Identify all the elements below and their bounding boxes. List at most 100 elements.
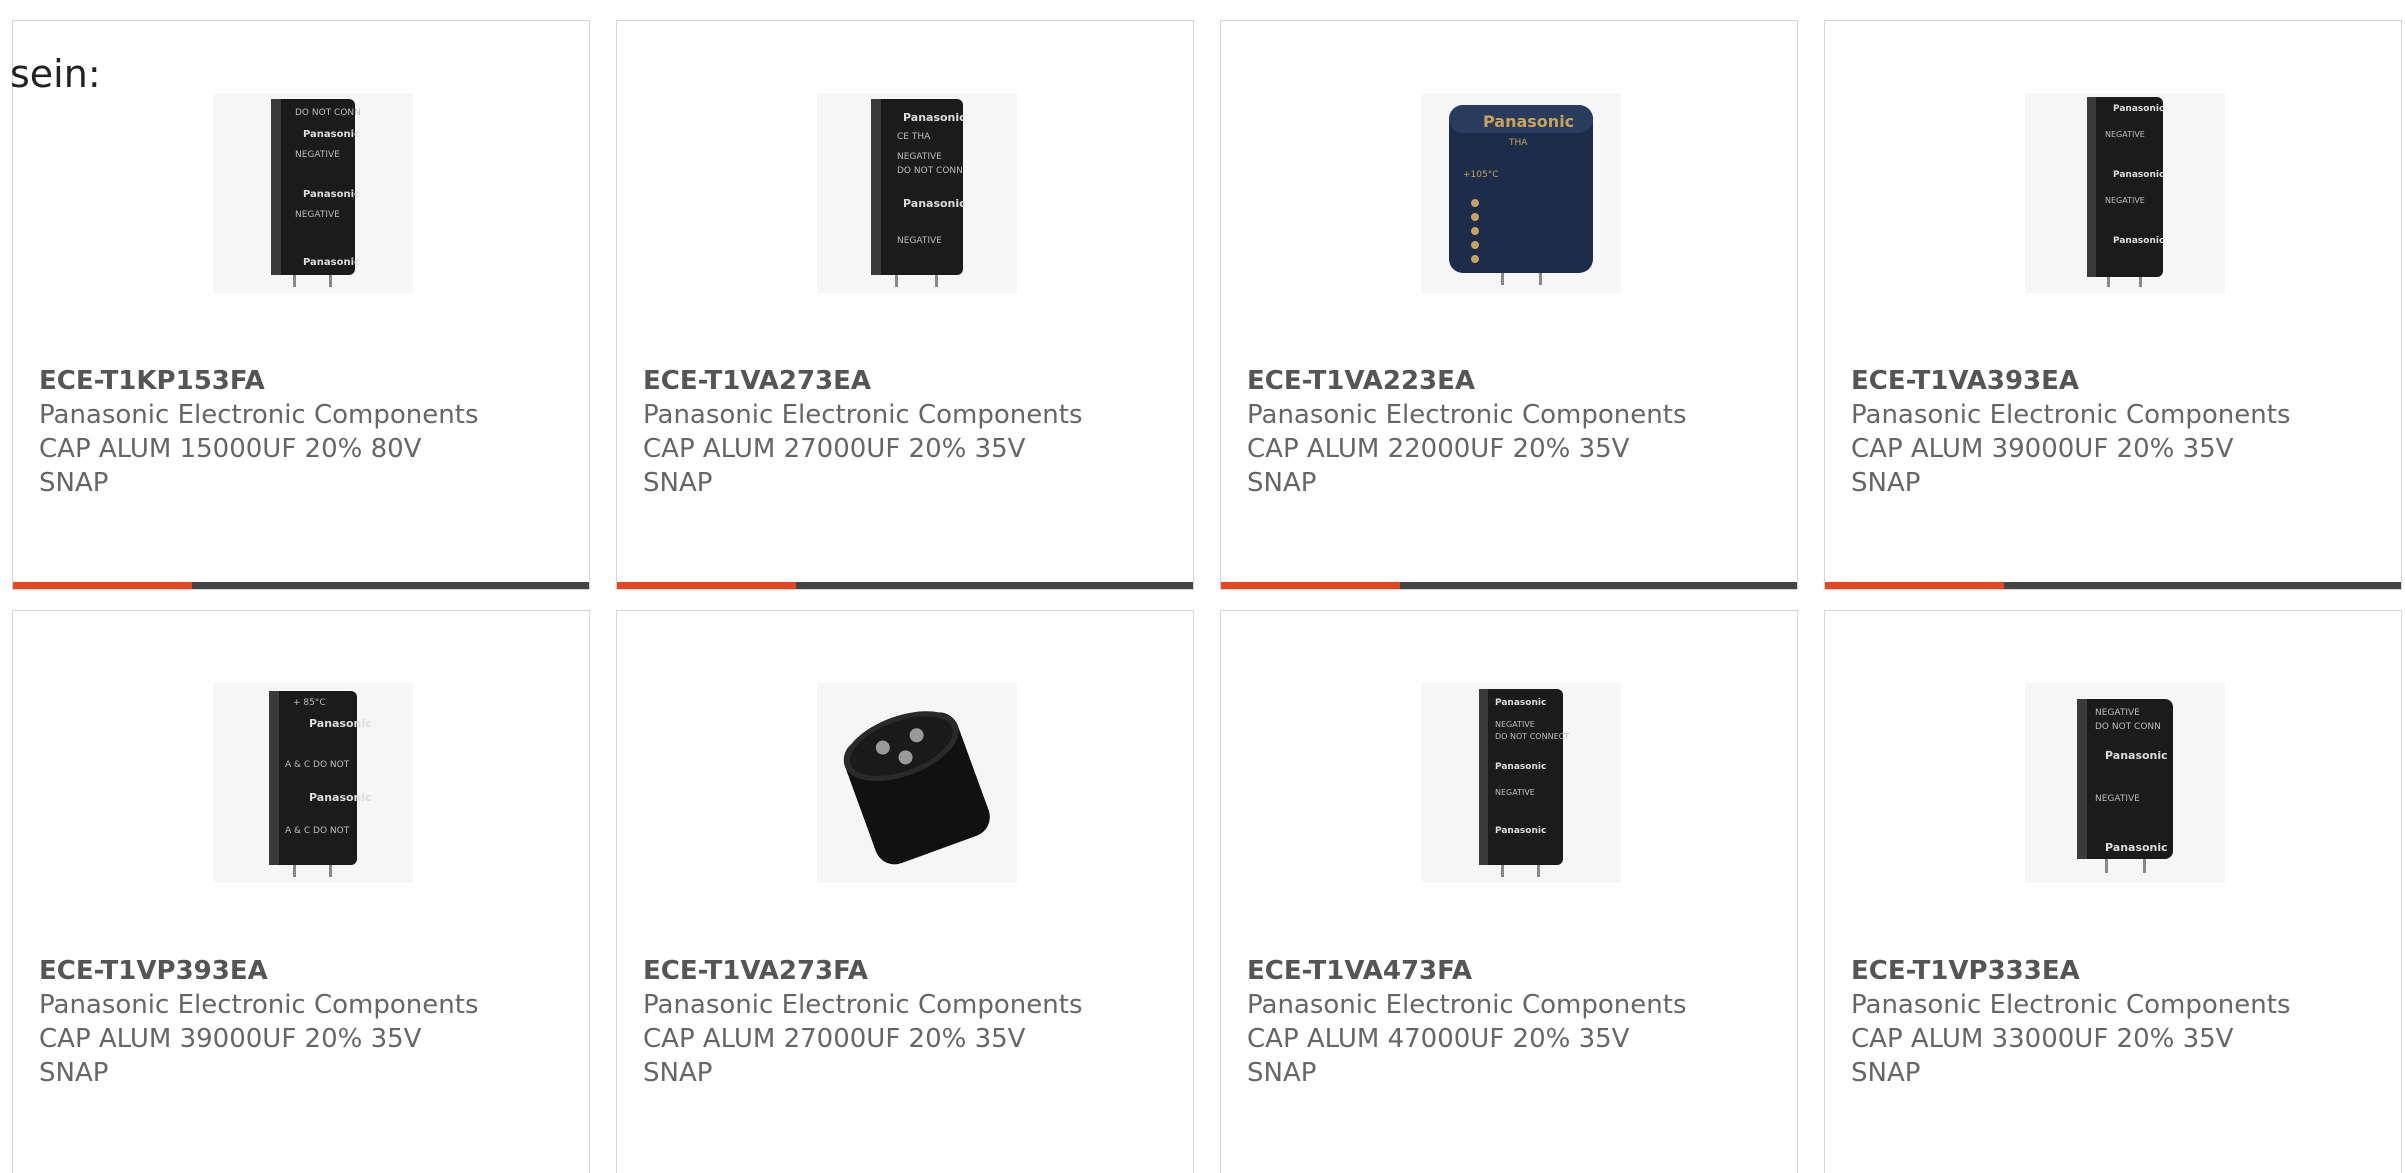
svg-text:CE THA: CE THA — [897, 132, 931, 142]
product-description-cont: SNAP — [39, 1058, 109, 1088]
capacitor-product-image[interactable]: Panasonic CE THA NEGATIVE DO NOT CONN Pa… — [817, 93, 1017, 293]
svg-text:Panasonic: Panasonic — [303, 189, 360, 200]
product-info: ECE-T1VA273FA Panasonic Electronic Compo… — [643, 954, 1173, 1090]
product-info: ECE-T1VA393EA Panasonic Electronic Compo… — [1851, 364, 2381, 500]
part-number-link[interactable]: ECE-T1VA273FA — [643, 954, 1173, 988]
svg-text:+105°C: +105°C — [1463, 170, 1499, 180]
svg-text:A & C DO NOT: A & C DO NOT — [285, 760, 350, 770]
product-card[interactable]: Panasonic NEGATIVE DO NOT CONNECT Panaso… — [1220, 610, 1798, 1173]
product-grid: DO NOT CONN Panasonic NEGATIVE Panasonic… — [12, 20, 2404, 1173]
manufacturer-name: Panasonic Electronic Components — [39, 400, 479, 430]
product-card[interactable]: + 85°C Panasonic A & C DO NOT Panasonic … — [12, 610, 590, 1173]
carousel-progress-fill — [13, 582, 192, 589]
product-description: CAP ALUM 33000UF 20% 35V — [1851, 1024, 2234, 1054]
svg-text:NEGATIVE: NEGATIVE — [2095, 708, 2140, 718]
product-description-cont: SNAP — [1851, 468, 1921, 498]
capacitor-product-image[interactable] — [817, 683, 1017, 883]
svg-text:A & C DO NOT: A & C DO NOT — [285, 826, 350, 836]
carousel-progress-bar — [13, 582, 589, 589]
manufacturer-name: Panasonic Electronic Components — [39, 990, 479, 1020]
svg-text:Panasonic: Panasonic — [1483, 112, 1574, 131]
product-description: CAP ALUM 39000UF 20% 35V — [1851, 434, 2234, 464]
manufacturer-name: Panasonic Electronic Components — [1247, 400, 1687, 430]
svg-text:NEGATIVE: NEGATIVE — [1495, 788, 1535, 797]
svg-text:DO NOT CONN: DO NOT CONN — [897, 166, 963, 176]
product-info: ECE-T1VP393EA Panasonic Electronic Compo… — [39, 954, 569, 1090]
manufacturer-name: Panasonic Electronic Components — [1247, 990, 1687, 1020]
product-description-cont: SNAP — [1851, 1058, 1921, 1088]
svg-text:NEGATIVE: NEGATIVE — [2095, 794, 2140, 804]
svg-text:NEGATIVE: NEGATIVE — [295, 210, 340, 220]
part-number-link[interactable]: ECE-T1VA473FA — [1247, 954, 1777, 988]
svg-text:Panasonic: Panasonic — [1495, 826, 1546, 836]
capacitor-product-image[interactable]: NEGATIVE DO NOT CONN Panasonic NEGATIVE … — [2025, 683, 2225, 883]
carousel-progress-fill — [1221, 582, 1400, 589]
capacitor-product-image[interactable]: Panasonic NEGATIVE DO NOT CONNECT Panaso… — [1421, 683, 1621, 883]
part-number-link[interactable]: ECE-T1VA393EA — [1851, 364, 2381, 398]
svg-text:Panasonic: Panasonic — [309, 791, 372, 804]
product-description-cont: SNAP — [1247, 468, 1317, 498]
carousel-progress-bar — [1825, 582, 2401, 589]
product-card[interactable]: Panasonic THA +105°C ECE-T1VA223EA Panas… — [1220, 20, 1798, 590]
product-card[interactable]: Panasonic NEGATIVE Panasonic NEGATIVE Pa… — [1824, 20, 2402, 590]
manufacturer-name: Panasonic Electronic Components — [1851, 990, 2291, 1020]
product-description: CAP ALUM 15000UF 20% 80V — [39, 434, 422, 464]
product-carousel-page: sein: DO NOT CONN Panasonic NEGATIVE Pan… — [0, 0, 2405, 1173]
product-description-cont: SNAP — [643, 468, 713, 498]
svg-text:Panasonic: Panasonic — [903, 111, 966, 124]
product-card[interactable]: Panasonic CE THA NEGATIVE DO NOT CONN Pa… — [616, 20, 1194, 590]
product-description-cont: SNAP — [39, 468, 109, 498]
svg-text:NEGATIVE: NEGATIVE — [1495, 720, 1535, 729]
product-info: ECE-T1VA273EA Panasonic Electronic Compo… — [643, 364, 1173, 500]
part-number-link[interactable]: ECE-T1VA273EA — [643, 364, 1173, 398]
svg-text:Panasonic: Panasonic — [1495, 698, 1546, 708]
capacitor-product-image[interactable]: DO NOT CONN Panasonic NEGATIVE Panasonic… — [213, 93, 413, 293]
product-description: CAP ALUM 27000UF 20% 35V — [643, 434, 1026, 464]
svg-text:Panasonic: Panasonic — [309, 717, 372, 730]
product-description: CAP ALUM 27000UF 20% 35V — [643, 1024, 1026, 1054]
svg-text:Panasonic: Panasonic — [303, 129, 360, 140]
product-description: CAP ALUM 47000UF 20% 35V — [1247, 1024, 1630, 1054]
carousel-progress-fill — [617, 582, 796, 589]
product-description-cont: SNAP — [643, 1058, 713, 1088]
part-number-link[interactable]: ECE-T1VP393EA — [39, 954, 569, 988]
svg-text:NEGATIVE: NEGATIVE — [2105, 130, 2145, 139]
carousel-progress-fill — [1825, 582, 2004, 589]
manufacturer-name: Panasonic Electronic Components — [643, 400, 1083, 430]
manufacturer-name: Panasonic Electronic Components — [1851, 400, 2291, 430]
product-card[interactable]: DO NOT CONN Panasonic NEGATIVE Panasonic… — [12, 20, 590, 590]
svg-text:NEGATIVE: NEGATIVE — [897, 152, 942, 162]
product-description: CAP ALUM 22000UF 20% 35V — [1247, 434, 1630, 464]
product-description-cont: SNAP — [1247, 1058, 1317, 1088]
product-info: ECE-T1KP153FA Panasonic Electronic Compo… — [39, 364, 569, 500]
part-number-link[interactable]: ECE-T1KP153FA — [39, 364, 569, 398]
manufacturer-name: Panasonic Electronic Components — [643, 990, 1083, 1020]
capacitor-product-image[interactable]: Panasonic NEGATIVE Panasonic NEGATIVE Pa… — [2025, 93, 2225, 293]
part-number-link[interactable]: ECE-T1VP333EA — [1851, 954, 2381, 988]
svg-text:DO NOT CONNECT: DO NOT CONNECT — [1495, 732, 1569, 741]
svg-text:Panasonic: Panasonic — [1495, 762, 1546, 772]
svg-text:Panasonic: Panasonic — [2105, 841, 2168, 854]
product-description: CAP ALUM 39000UF 20% 35V — [39, 1024, 422, 1054]
svg-text:Panasonic: Panasonic — [2113, 104, 2164, 114]
svg-text:Panasonic: Panasonic — [303, 257, 360, 268]
svg-text:DO NOT CONN: DO NOT CONN — [2095, 722, 2161, 732]
carousel-progress-bar — [617, 582, 1193, 589]
svg-text:Panasonic: Panasonic — [2113, 170, 2164, 180]
svg-text:+ 85°C: + 85°C — [293, 698, 326, 708]
product-card[interactable]: NEGATIVE DO NOT CONN Panasonic NEGATIVE … — [1824, 610, 2402, 1173]
svg-text:NEGATIVE: NEGATIVE — [897, 236, 942, 246]
svg-text:Panasonic: Panasonic — [903, 197, 966, 210]
part-number-link[interactable]: ECE-T1VA223EA — [1247, 364, 1777, 398]
product-card[interactable]: ECE-T1VA273FA Panasonic Electronic Compo… — [616, 610, 1194, 1173]
svg-text:Panasonic: Panasonic — [2105, 749, 2168, 762]
svg-text:Panasonic: Panasonic — [2113, 236, 2164, 246]
product-info: ECE-T1VA223EA Panasonic Electronic Compo… — [1247, 364, 1777, 500]
capacitor-product-image[interactable]: Panasonic THA +105°C — [1421, 93, 1621, 293]
capacitor-product-image[interactable]: + 85°C Panasonic A & C DO NOT Panasonic … — [213, 683, 413, 883]
product-info: ECE-T1VP333EA Panasonic Electronic Compo… — [1851, 954, 2381, 1090]
svg-text:NEGATIVE: NEGATIVE — [295, 150, 340, 160]
svg-text:DO NOT CONN: DO NOT CONN — [295, 108, 361, 118]
svg-text:THA: THA — [1508, 138, 1528, 148]
svg-text:NEGATIVE: NEGATIVE — [2105, 196, 2145, 205]
